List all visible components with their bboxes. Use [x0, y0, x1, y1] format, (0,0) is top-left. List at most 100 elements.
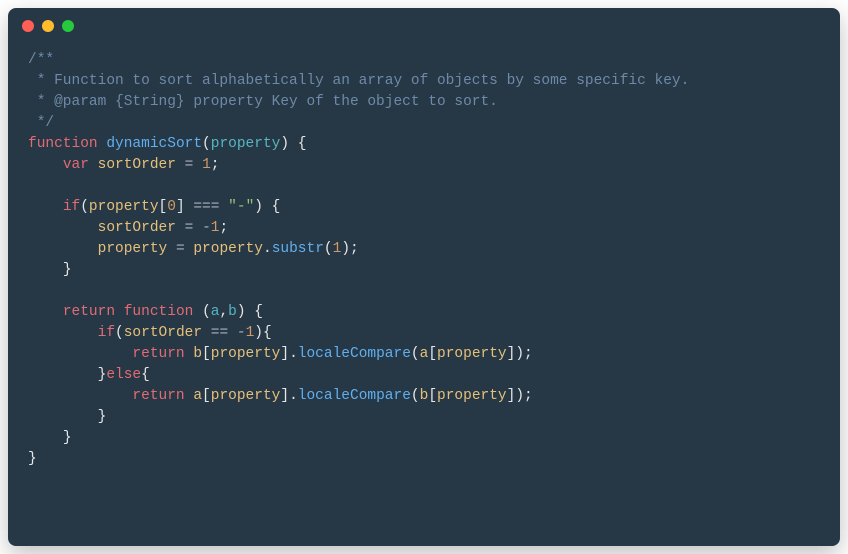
- variable: property: [193, 241, 263, 257]
- paren: ): [515, 346, 524, 362]
- paren: (: [202, 304, 211, 320]
- brace: {: [246, 304, 263, 320]
- comment-line: * @param {String} property Key of the ob…: [28, 94, 498, 110]
- bracket: ]: [280, 388, 289, 404]
- bracket: [: [428, 346, 437, 362]
- method: substr: [272, 241, 324, 257]
- bracket: ]: [280, 346, 289, 362]
- brace: }: [28, 451, 37, 467]
- paren: (: [411, 388, 420, 404]
- bracket: [: [202, 346, 211, 362]
- bracket: [: [428, 388, 437, 404]
- paren: (: [411, 346, 420, 362]
- number: 1: [333, 241, 342, 257]
- keyword-var: var: [63, 157, 89, 173]
- op: =: [176, 157, 202, 173]
- variable: sortOrder: [124, 325, 202, 341]
- number: 1: [202, 157, 211, 173]
- keyword-return: return: [132, 388, 184, 404]
- variable: property: [89, 199, 159, 215]
- paren: ): [341, 241, 350, 257]
- dot: .: [289, 346, 298, 362]
- indent: [28, 409, 98, 425]
- variable: property: [98, 241, 168, 257]
- titlebar: [8, 8, 840, 44]
- indent: [28, 304, 63, 320]
- brace: {: [289, 136, 306, 152]
- keyword-if: if: [98, 325, 115, 341]
- variable: property: [437, 346, 507, 362]
- paren: ): [254, 199, 263, 215]
- semi: ;: [524, 388, 533, 404]
- method: localeCompare: [298, 388, 411, 404]
- maximize-icon[interactable]: [62, 20, 74, 32]
- variable: property: [211, 346, 281, 362]
- brace: {: [263, 199, 280, 215]
- paren: (: [324, 241, 333, 257]
- op: ==: [202, 325, 237, 341]
- paren: (: [202, 136, 211, 152]
- brace: {: [263, 325, 272, 341]
- op: ===: [185, 199, 229, 215]
- code-area[interactable]: /** * Function to sort alphabetically an…: [8, 44, 840, 546]
- comment-line: */: [28, 115, 54, 131]
- variable: property: [211, 388, 281, 404]
- indent: [28, 388, 132, 404]
- variable: b: [420, 388, 429, 404]
- brace: }: [63, 430, 72, 446]
- op: =: [176, 220, 202, 236]
- op: -: [202, 220, 211, 236]
- param: property: [211, 136, 281, 152]
- op: =: [167, 241, 193, 257]
- semi: ;: [211, 157, 220, 173]
- variable: a: [420, 346, 429, 362]
- brace: {: [141, 367, 150, 383]
- keyword-function: function: [28, 136, 98, 152]
- indent: [28, 346, 132, 362]
- paren: ): [515, 388, 524, 404]
- comma: ,: [219, 304, 228, 320]
- paren: (: [115, 325, 124, 341]
- indent: [28, 367, 98, 383]
- variable: b: [193, 346, 202, 362]
- indent: [28, 325, 98, 341]
- dot: .: [263, 241, 272, 257]
- keyword-return: return: [132, 346, 184, 362]
- number: 1: [246, 325, 255, 341]
- indent: [28, 157, 63, 173]
- keyword-function: function: [124, 304, 194, 320]
- semi: ;: [219, 220, 228, 236]
- brace: }: [63, 262, 72, 278]
- editor-window: /** * Function to sort alphabetically an…: [8, 8, 840, 546]
- method: localeCompare: [298, 346, 411, 362]
- dot: .: [289, 388, 298, 404]
- brace: }: [98, 409, 107, 425]
- paren: (: [80, 199, 89, 215]
- indent: [28, 430, 63, 446]
- bracket: [: [159, 199, 168, 215]
- indent: [28, 241, 98, 257]
- semi: ;: [524, 346, 533, 362]
- minimize-icon[interactable]: [42, 20, 54, 32]
- string: "-": [228, 199, 254, 215]
- number: 0: [167, 199, 176, 215]
- param: b: [228, 304, 237, 320]
- paren: ): [280, 136, 289, 152]
- keyword-if: if: [63, 199, 80, 215]
- bracket: ]: [176, 199, 185, 215]
- variable: sortOrder: [98, 220, 176, 236]
- comment-line: * Function to sort alphabetically an arr…: [28, 73, 689, 89]
- comment-line: /**: [28, 52, 54, 68]
- variable: a: [193, 388, 202, 404]
- close-icon[interactable]: [22, 20, 34, 32]
- indent: [28, 199, 63, 215]
- bracket: [: [202, 388, 211, 404]
- function-name: dynamicSort: [106, 136, 202, 152]
- indent: [28, 262, 63, 278]
- variable: property: [437, 388, 507, 404]
- paren: ): [237, 304, 246, 320]
- variable: sortOrder: [98, 157, 176, 173]
- paren: ): [254, 325, 263, 341]
- op: -: [237, 325, 246, 341]
- semi: ;: [350, 241, 359, 257]
